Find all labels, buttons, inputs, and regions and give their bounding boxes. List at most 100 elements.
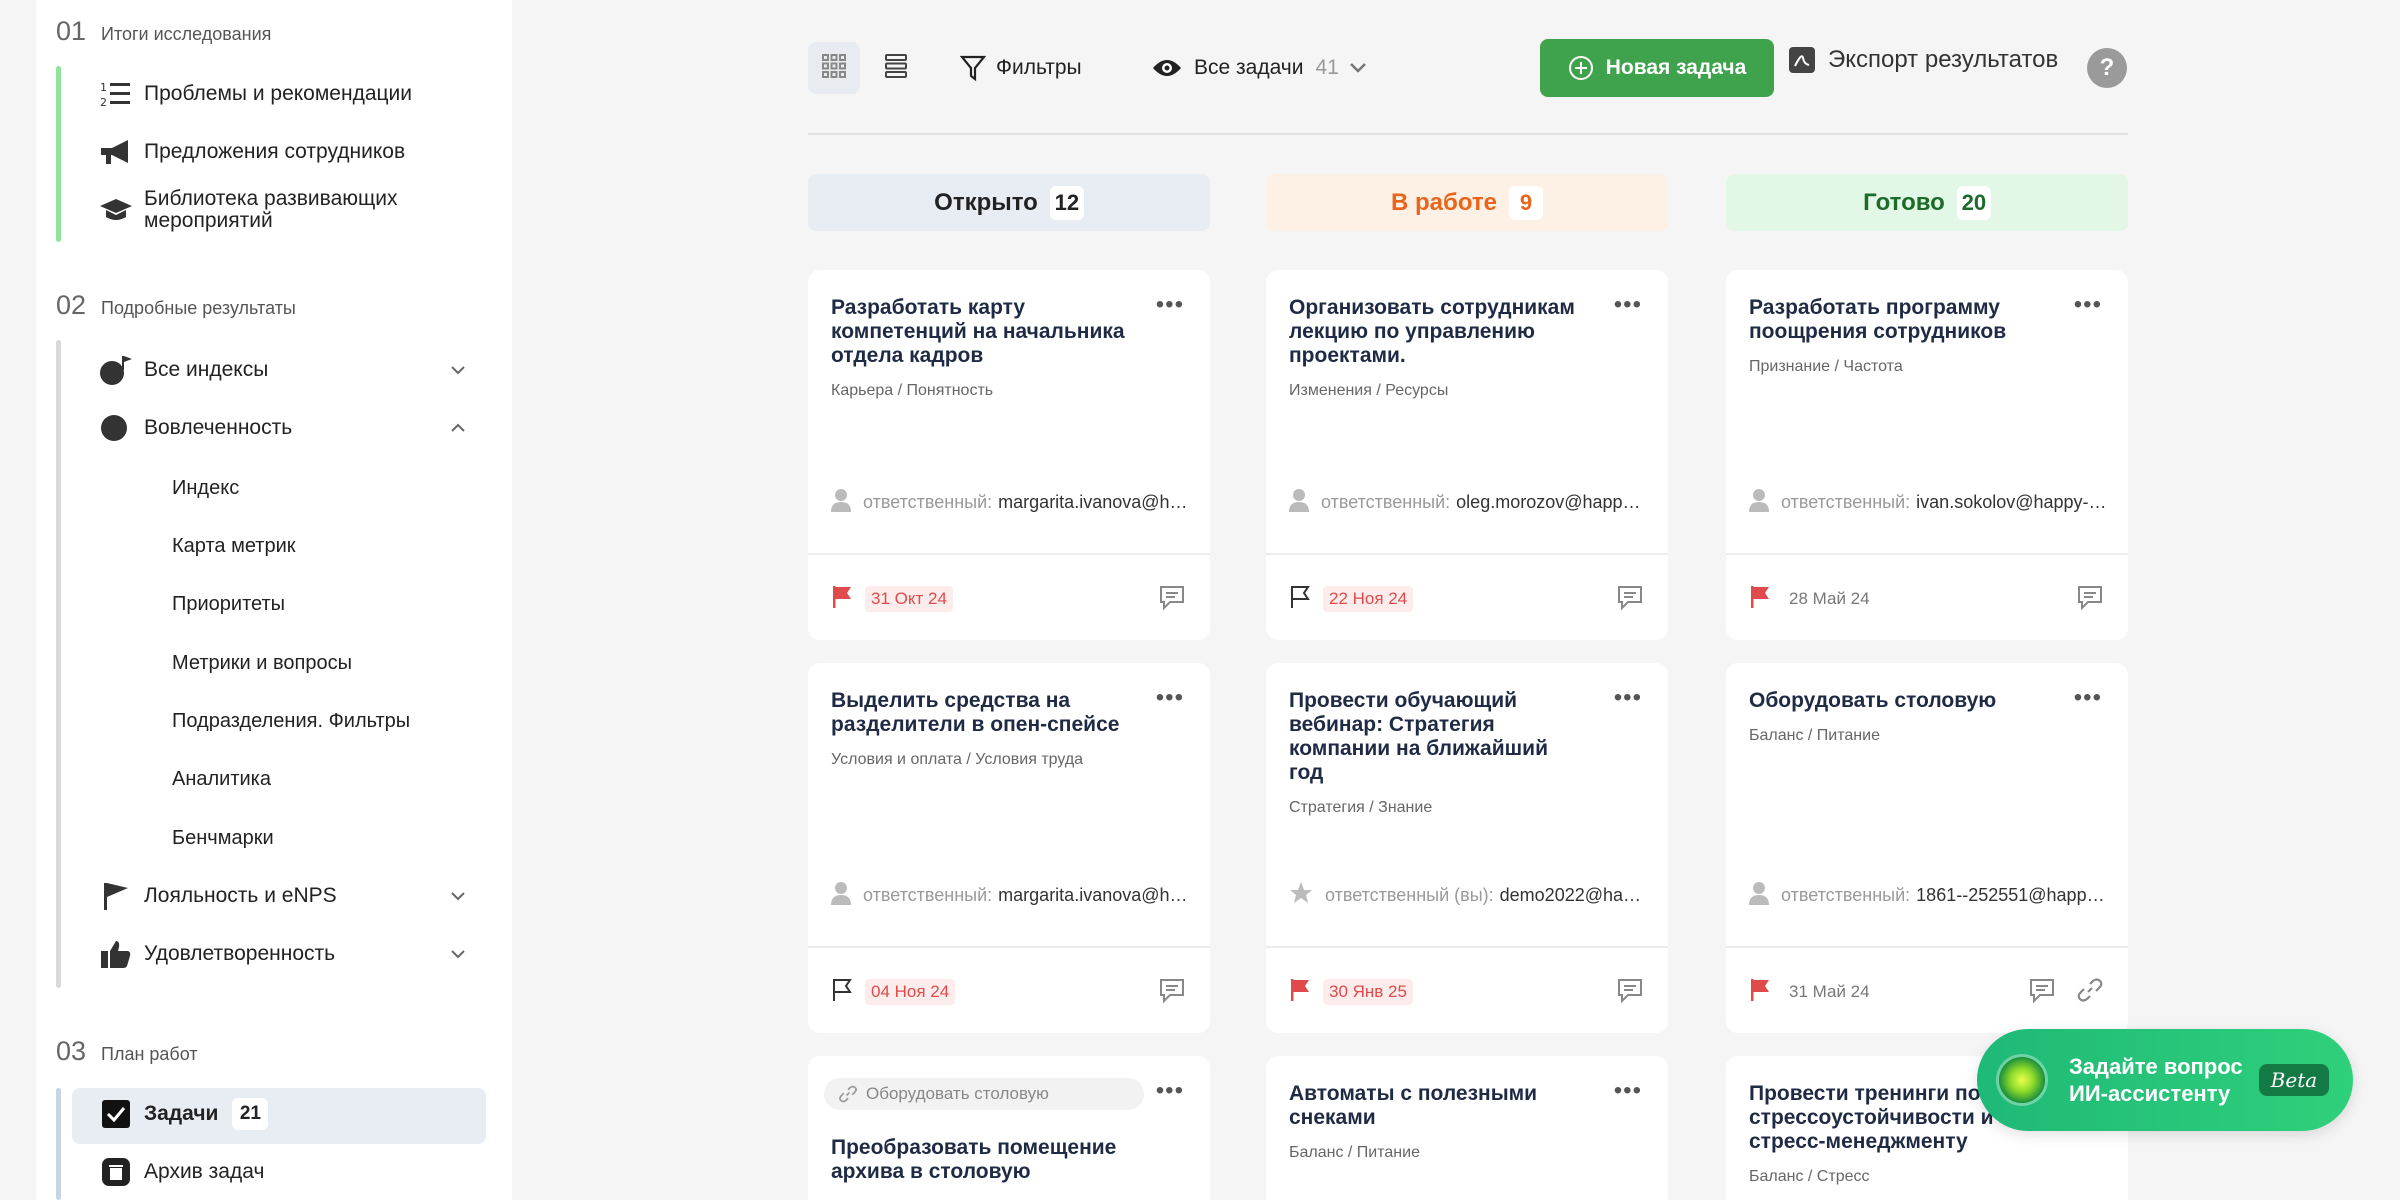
filter-icon: [960, 54, 986, 82]
card-divider: [808, 946, 1210, 948]
user-icon: [1749, 488, 1769, 517]
comment-icon[interactable]: [2028, 976, 2056, 1009]
card-footer: 31 Окт 24: [831, 584, 1186, 614]
more-options-icon[interactable]: •••: [1614, 1079, 1642, 1103]
sidebar-item-satisfaction[interactable]: Удовлетворенность: [98, 938, 488, 970]
section-number: 02: [56, 290, 87, 320]
help-button[interactable]: ?: [2087, 48, 2127, 88]
linked-task-label: Оборудовать столовую: [866, 1084, 1049, 1103]
task-tags: Условия и оплата / Условия труда: [831, 751, 1084, 768]
new-task-label: Новая задача: [1605, 56, 1747, 79]
task-card[interactable]: Провести обучающий вебинар: Стратегия ко…: [1266, 663, 1668, 1033]
more-options-icon[interactable]: •••: [2074, 293, 2102, 317]
sidebar-subitem-departments[interactable]: Подразделения. Фильтры: [172, 710, 410, 733]
comment-icon[interactable]: [1616, 583, 1644, 616]
card-divider: [1266, 946, 1668, 948]
more-options-icon[interactable]: •••: [1156, 686, 1184, 710]
comment-icon[interactable]: [1616, 976, 1644, 1009]
flag-icon[interactable]: [831, 585, 853, 614]
sidebar-subitem-metric-map[interactable]: Карта метрик: [172, 535, 296, 558]
sidebar-item-label: Архив задач: [144, 1160, 265, 1183]
user-icon: [831, 488, 851, 517]
export-label: Экспорт результатов: [1828, 46, 2059, 73]
card-footer: 31 Май 24: [1749, 977, 2104, 1007]
ai-assistant-button[interactable]: Задайте вопрос ИИ-ассистенту Beta: [1977, 1029, 2353, 1131]
list-icon: [884, 53, 908, 84]
more-options-icon[interactable]: •••: [1156, 1079, 1184, 1103]
sidebar-subitem-benchmarks[interactable]: Бенчмарки: [172, 827, 274, 850]
sidebar-item-problems[interactable]: 12 Проблемы и рекомендации: [98, 78, 412, 110]
task-title: Организовать сотрудникам лекцию по управ…: [1289, 296, 1575, 367]
more-options-icon[interactable]: •••: [1614, 686, 1642, 710]
assignee-email: ivan.sokolov@happy-job.ru: [1916, 492, 2109, 512]
sidebar-subitem-analytics[interactable]: Аналитика: [172, 768, 271, 791]
section-03-header: 03 План работ: [56, 1036, 198, 1067]
assignee-label: ответственный:: [1781, 885, 1911, 905]
user-icon: [831, 881, 851, 910]
link-icon[interactable]: [2076, 976, 2104, 1009]
task-card[interactable]: Выделить средства на разделители в опен-…: [808, 663, 1210, 1033]
task-view-count: 41: [1315, 56, 1339, 79]
task-title: Разработать карту компетенций на начальн…: [831, 296, 1125, 367]
linked-task-chip[interactable]: Оборудовать столовую: [824, 1078, 1144, 1110]
list-view-button[interactable]: [870, 42, 922, 94]
ai-line-2: ИИ-ассистенту: [2069, 1081, 2231, 1106]
flag-icon[interactable]: [1749, 978, 1771, 1007]
task-card[interactable]: Оборудовать столовую ••• Баланс / Питани…: [1726, 663, 2128, 1033]
sidebar-item-label: Задачи: [144, 1102, 219, 1125]
flag-outline-icon[interactable]: [1289, 585, 1311, 614]
pdf-icon: [1788, 46, 1816, 74]
sidebar-item-all-indexes[interactable]: Все индексы: [98, 354, 488, 386]
flag-icon[interactable]: [1749, 585, 1771, 614]
assignee-email: oleg.morozov@happy-job.ru: [1456, 492, 1649, 512]
ai-assistant-text: Задайте вопрос ИИ-ассистенту: [2069, 1053, 2243, 1107]
card-footer: 04 Ноя 24: [831, 977, 1186, 1007]
sidebar-item-engagement[interactable]: Вовлеченность: [98, 412, 488, 444]
checkbox-icon: [98, 1098, 134, 1130]
graduation-cap-icon: [98, 194, 134, 226]
task-card[interactable]: Автоматы с полезными снеками ••• Баланс …: [1266, 1056, 1668, 1200]
sidebar-item-label: Лояльность и eNPS: [144, 884, 337, 907]
section-number: 01: [56, 16, 87, 46]
more-options-icon[interactable]: •••: [1614, 293, 1642, 317]
sidebar-item-label: Предложения сотрудников: [144, 140, 406, 163]
beta-badge: Beta: [2258, 1064, 2330, 1096]
chevron-down-icon: [448, 944, 468, 964]
task-card[interactable]: Организовать сотрудникам лекцию по управ…: [1266, 270, 1668, 640]
sidebar-subitem-metrics-questions[interactable]: Метрики и вопросы: [172, 652, 352, 675]
sidebar-item-library[interactable]: Библиотека развивающих мероприятий: [98, 188, 428, 232]
card-footer: 28 Май 24: [1749, 584, 2104, 614]
section-02-header: 02 Подробные результаты: [56, 290, 296, 321]
sidebar-item-loyalty[interactable]: Лояльность и eNPS: [98, 880, 488, 912]
new-task-button[interactable]: Новая задача: [1540, 39, 1774, 97]
task-assignee: ответственный (вы): demo2022@happy-job.r…: [1289, 881, 1649, 910]
export-results-button[interactable]: Экспорт результатов: [1788, 46, 2058, 74]
section-01-bar: [56, 66, 61, 242]
more-options-icon[interactable]: •••: [2074, 686, 2102, 710]
section-01-header: 01 Итоги исследования: [56, 16, 271, 47]
task-card[interactable]: Разработать карту компетенций на начальн…: [808, 270, 1210, 640]
task-tags: Карьера / Понятность: [831, 382, 994, 399]
grid-view-button[interactable]: [808, 42, 860, 94]
task-card[interactable]: Оборудовать столовую ••• Преобразовать п…: [808, 1056, 1210, 1200]
comment-icon[interactable]: [2076, 583, 2104, 616]
sidebar-item-archive[interactable]: Архив задач: [98, 1156, 264, 1188]
comment-icon[interactable]: [1158, 976, 1186, 1009]
comment-icon[interactable]: [1158, 583, 1186, 616]
flag-outline-icon[interactable]: [831, 978, 853, 1007]
task-card[interactable]: Разработать программу поощрения сотрудни…: [1726, 270, 2128, 640]
sidebar-item-tasks[interactable]: Задачи 21: [98, 1098, 269, 1130]
sidebar-subitem-priorities[interactable]: Приоритеты: [172, 593, 285, 616]
sidebar-item-label: Проблемы и рекомендации: [144, 82, 412, 105]
sidebar-item-suggestions[interactable]: Предложения сотрудников: [98, 136, 405, 168]
eye-icon: [1152, 58, 1182, 78]
sidebar-subitem-index[interactable]: Индекс: [172, 477, 239, 500]
column-count: 12: [1049, 185, 1084, 220]
numbered-list-icon: 12: [98, 78, 134, 110]
filters-button[interactable]: Фильтры: [960, 50, 1082, 86]
flag-icon[interactable]: [1289, 978, 1311, 1007]
task-view-dropdown[interactable]: Все задачи 41: [1152, 50, 1367, 86]
assignee-email: margarita.ivanova@happy-job.ru: [998, 885, 1191, 905]
more-options-icon[interactable]: •••: [1156, 293, 1184, 317]
chevron-down-icon: [448, 360, 468, 380]
